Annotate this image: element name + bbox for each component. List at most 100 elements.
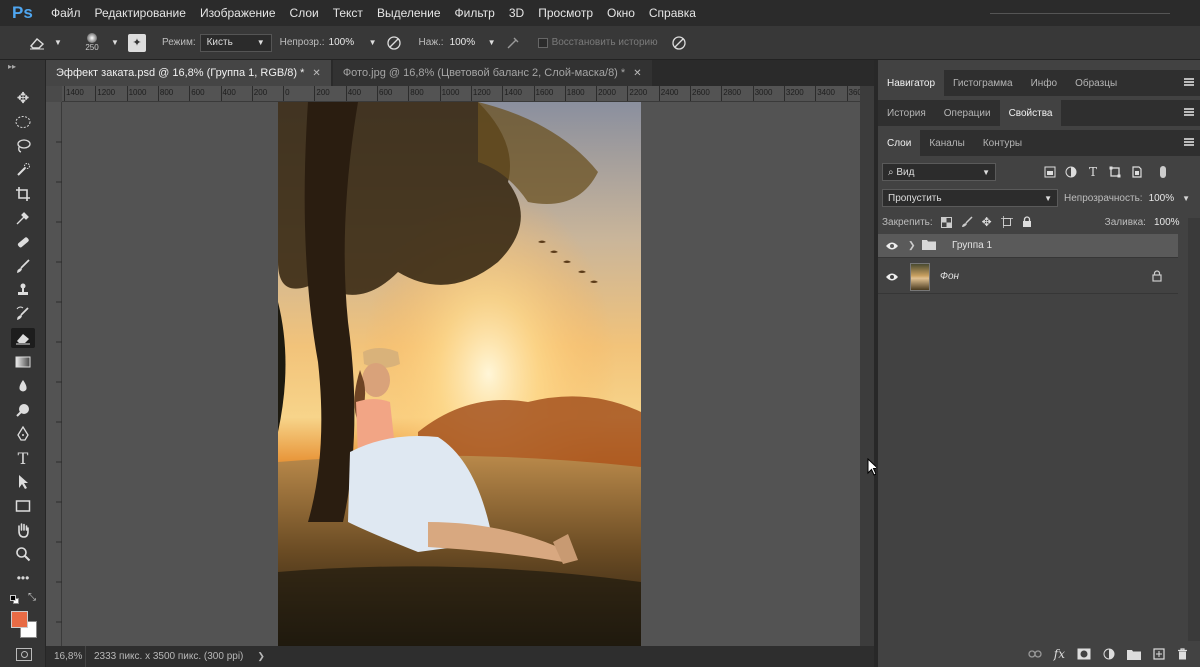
menu-image[interactable]: Изображение (193, 6, 283, 20)
layer-row-background[interactable]: Фон (878, 260, 1178, 294)
clone-stamp-tool-icon[interactable] (11, 280, 35, 300)
filter-type-icon[interactable]: T (1082, 165, 1104, 179)
tab-properties[interactable]: Свойства (999, 100, 1062, 126)
toolbar-collapse-icon[interactable]: ▸▸ (8, 62, 16, 71)
airbrush-icon[interactable] (502, 35, 524, 51)
chevron-down-icon[interactable]: ▼ (110, 38, 120, 47)
horizontal-ruler[interactable]: 1400 1200 1000 800 600 400 200 0 200 400 600 800 100… (62, 86, 860, 102)
visibility-eye-icon[interactable] (878, 272, 906, 282)
delete-layer-icon[interactable] (1177, 648, 1188, 660)
tab-paths[interactable]: Контуры (974, 130, 1031, 156)
quick-mask-icon[interactable] (16, 648, 32, 661)
panel-menu-icon[interactable] (1184, 78, 1194, 86)
opacity-value[interactable]: 100% (329, 37, 367, 48)
gradient-tool-icon[interactable] (11, 352, 35, 372)
zoom-tool-icon[interactable] (11, 544, 35, 564)
layer-row-group-1[interactable]: ❯ Группа 1 (878, 234, 1178, 258)
filter-adjustment-icon[interactable] (1060, 166, 1082, 178)
tab-info[interactable]: Инфо (1022, 70, 1067, 96)
layers-scrollbar[interactable] (1188, 218, 1200, 641)
chevron-down-icon[interactable]: ▼ (367, 38, 379, 47)
tab-photo[interactable]: Фото.jpg @ 16,8% (Цветовой баланс 2, Сло… (332, 60, 652, 86)
lock-position-icon[interactable]: ✥ (977, 215, 997, 229)
zoom-level[interactable]: 16,8% (46, 646, 86, 667)
brush-panel-toggle-icon[interactable]: ✦ (128, 33, 146, 52)
healing-brush-tool-icon[interactable] (11, 232, 35, 252)
vertical-ruler[interactable] (46, 102, 62, 646)
foreground-color-swatch[interactable] (11, 611, 28, 628)
menu-view[interactable]: Просмотр (531, 6, 600, 20)
tab-swatches[interactable]: Образцы (1066, 70, 1126, 96)
chevron-down-icon[interactable]: ▼ (486, 38, 498, 47)
visibility-eye-icon[interactable] (878, 241, 906, 251)
link-layers-icon[interactable] (1028, 649, 1042, 659)
history-brush-tool-icon[interactable] (11, 304, 35, 324)
filter-smart-object-icon[interactable] (1126, 166, 1148, 178)
canvas-vertical-scrollbar[interactable] (860, 86, 874, 646)
lock-artboard-icon[interactable] (997, 216, 1017, 228)
tab-histogram[interactable]: Гистограмма (944, 70, 1022, 96)
menu-select[interactable]: Выделение (370, 6, 448, 20)
pressure-size-icon[interactable] (668, 35, 690, 51)
brush-size-picker[interactable]: 250 (74, 33, 110, 52)
fill-value[interactable]: 100% (1154, 217, 1180, 228)
menu-file[interactable]: Файл (44, 6, 88, 20)
quick-selection-tool-icon[interactable] (11, 160, 35, 180)
menu-type[interactable]: Текст (326, 6, 370, 20)
chevron-down-icon[interactable]: ▼ (1182, 194, 1190, 203)
close-icon[interactable]: ✕ (633, 68, 641, 79)
close-icon[interactable]: ✕ (312, 68, 320, 79)
dodge-tool-icon[interactable] (11, 400, 35, 420)
tab-history[interactable]: История (878, 100, 935, 126)
rectangle-tool-icon[interactable] (11, 496, 35, 516)
chevron-right-icon[interactable]: ❯ (908, 240, 918, 251)
lock-all-icon[interactable] (1017, 216, 1037, 228)
lasso-tool-icon[interactable] (11, 136, 35, 156)
document-canvas[interactable] (62, 102, 860, 646)
new-layer-icon[interactable] (1153, 648, 1165, 660)
tab-navigator[interactable]: Навигатор (878, 70, 945, 96)
menu-filter[interactable]: Фильтр (448, 6, 502, 20)
lock-image-pixels-icon[interactable] (957, 216, 977, 228)
blend-mode-select[interactable]: Пропустить ▼ (882, 189, 1058, 207)
status-menu-arrow-icon[interactable]: ❯ (257, 651, 265, 662)
new-group-icon[interactable] (1127, 649, 1141, 660)
pressure-opacity-icon[interactable] (383, 35, 405, 51)
pen-tool-icon[interactable] (11, 424, 35, 444)
restore-history-checkbox[interactable] (537, 37, 548, 48)
ruler-origin[interactable] (46, 86, 62, 102)
brush-tool-icon[interactable] (11, 256, 35, 276)
filter-toggle[interactable] (1160, 166, 1166, 178)
path-selection-tool-icon[interactable] (11, 472, 35, 492)
panel-menu-icon[interactable] (1184, 108, 1194, 116)
type-tool-icon[interactable]: T (11, 448, 35, 468)
eyedropper-tool-icon[interactable] (11, 208, 35, 228)
menu-help[interactable]: Справка (642, 6, 703, 20)
more-tools-icon[interactable]: ••• (11, 568, 35, 588)
tab-actions[interactable]: Операции (935, 100, 1000, 126)
marquee-tool-icon[interactable] (11, 112, 35, 132)
tab-layers[interactable]: Слои (878, 130, 921, 156)
flow-value[interactable]: 100% (450, 37, 486, 48)
adjustment-layer-icon[interactable] (1103, 648, 1115, 660)
eraser-tool-preset-icon[interactable] (22, 36, 52, 50)
blur-tool-icon[interactable] (11, 376, 35, 396)
eraser-tool-icon[interactable] (11, 328, 35, 348)
hand-tool-icon[interactable] (11, 520, 35, 540)
move-tool-icon[interactable]: ✥ (11, 88, 35, 108)
menu-edit[interactable]: Редактирование (88, 6, 193, 20)
lock-transparent-pixels-icon[interactable] (937, 216, 957, 228)
menu-3d[interactable]: 3D (502, 6, 531, 20)
chevron-down-icon[interactable]: ▼ (52, 38, 64, 47)
tab-sunset-effect[interactable]: Эффект заката.psd @ 16,8% (Группа 1, RGB… (46, 60, 331, 86)
filter-pixel-icon[interactable] (1040, 166, 1060, 178)
swap-colors-icon[interactable]: ⤡ (28, 592, 36, 603)
panel-menu-icon[interactable] (1184, 138, 1194, 146)
layer-filter-select[interactable]: ⌕ Вид ▼ (882, 163, 996, 181)
menu-layers[interactable]: Слои (283, 6, 326, 20)
add-mask-icon[interactable] (1077, 648, 1091, 660)
filter-shape-icon[interactable] (1104, 166, 1126, 178)
layer-opacity-value[interactable]: 100% (1149, 193, 1175, 204)
lock-icon[interactable] (1152, 270, 1162, 285)
layer-style-fx-icon[interactable]: fx (1054, 647, 1065, 661)
